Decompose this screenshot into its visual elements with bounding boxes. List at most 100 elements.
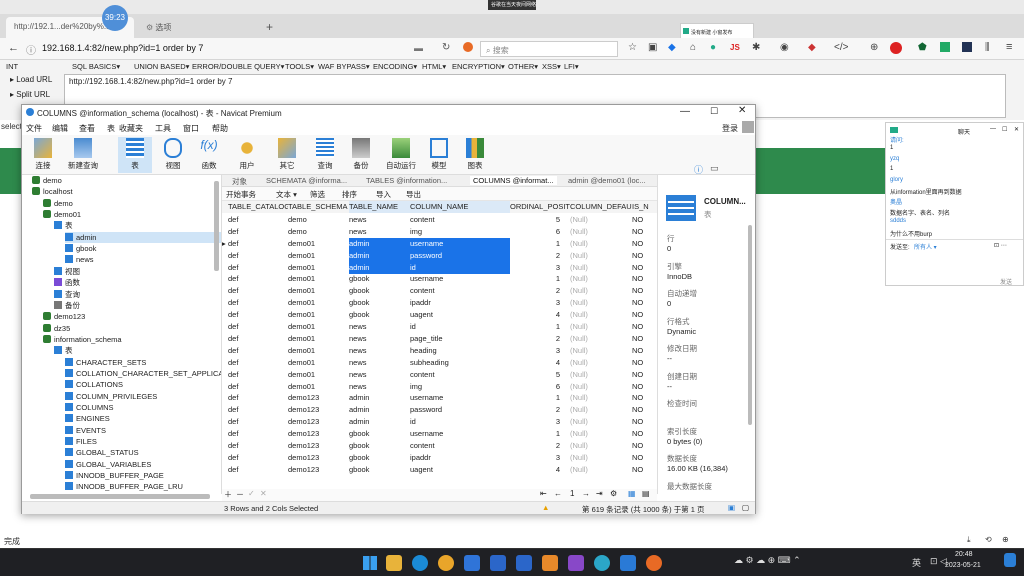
tree-scrollbar[interactable] bbox=[214, 181, 219, 271]
hackbar-menu-other[interactable]: OTHER▾ bbox=[508, 62, 538, 71]
grid-cell[interactable]: NO bbox=[632, 321, 657, 333]
first-page-button[interactable]: ⇤ bbox=[540, 489, 547, 498]
grid-cell[interactable]: NO bbox=[632, 381, 657, 393]
grid-cell[interactable]: gbook bbox=[349, 464, 410, 476]
grid-cell[interactable]: def bbox=[228, 357, 288, 369]
grid-cell[interactable]: def bbox=[228, 297, 288, 309]
grid-cell[interactable]: demo01 bbox=[288, 285, 349, 297]
grid-cell[interactable]: 3 bbox=[510, 262, 560, 274]
layout2-icon[interactable]: ▢ bbox=[742, 503, 749, 512]
grid-cell[interactable]: 1 bbox=[510, 428, 560, 440]
grid-cell[interactable]: gbook bbox=[349, 452, 410, 464]
close-icon[interactable]: ✕ bbox=[738, 105, 746, 116]
tool-new-query[interactable]: 新建查询 bbox=[64, 137, 102, 173]
tree-node[interactable]: COLLATIONS bbox=[65, 379, 123, 390]
grid-cell[interactable]: def bbox=[228, 381, 288, 393]
tree-node[interactable]: demo123 bbox=[43, 311, 85, 322]
ext2-icon[interactable] bbox=[962, 42, 972, 52]
home-icon[interactable]: ⌂ bbox=[690, 42, 696, 53]
tree-node[interactable]: EVENTS bbox=[65, 425, 106, 436]
zoom-icon[interactable]: ⊕ bbox=[870, 42, 878, 53]
grid-cell[interactable]: def bbox=[228, 464, 288, 476]
tool-table[interactable]: 表 bbox=[118, 137, 152, 173]
tree-node[interactable]: demo bbox=[32, 175, 62, 186]
explorer-icon[interactable] bbox=[386, 555, 402, 571]
reload-icon[interactable]: ↻ bbox=[442, 42, 450, 53]
grid-cell[interactable]: NO bbox=[632, 416, 657, 428]
grid-cell[interactable]: demo123 bbox=[288, 452, 349, 464]
grid-cell[interactable]: username bbox=[410, 428, 510, 440]
tool-model[interactable]: 模型 bbox=[422, 137, 456, 173]
grid-cell[interactable]: (Null) bbox=[570, 285, 632, 297]
app2-icon[interactable] bbox=[568, 555, 584, 571]
tree-node[interactable]: 函数 bbox=[54, 277, 80, 288]
tree-hscrollbar[interactable] bbox=[30, 494, 210, 499]
grid-cell[interactable]: uagent bbox=[410, 464, 510, 476]
ddl-icon[interactable]: ▭ bbox=[710, 163, 719, 174]
grid-cell[interactable]: demo01 bbox=[288, 333, 349, 345]
tree-node[interactable]: gbook bbox=[65, 243, 96, 254]
menu-help[interactable]: 帮助 bbox=[212, 123, 228, 134]
grid-cell[interactable]: news bbox=[349, 369, 410, 381]
grid-cell[interactable]: 6 bbox=[510, 226, 560, 238]
grid-cell[interactable]: (Null) bbox=[570, 333, 632, 345]
grid-cell[interactable]: (Null) bbox=[570, 404, 632, 416]
hackbar-menu-sql-basics[interactable]: SQL BASICS▾ bbox=[72, 62, 120, 71]
hackbar-menu-waf[interactable]: WAF BYPASS▾ bbox=[318, 62, 370, 71]
apply-button[interactable]: ✓ bbox=[248, 489, 255, 498]
shield-icon[interactable]: ◆ bbox=[668, 42, 676, 53]
abp-icon[interactable] bbox=[890, 42, 902, 54]
grid-cell[interactable]: img bbox=[410, 226, 510, 238]
grid-cell[interactable]: (Null) bbox=[570, 369, 632, 381]
ext-icon[interactable] bbox=[940, 42, 950, 52]
grid-cell[interactable]: def bbox=[228, 309, 288, 321]
grid-cell[interactable]: content bbox=[410, 214, 510, 226]
tool-query[interactable]: 查询 bbox=[308, 137, 342, 173]
add-record-button[interactable]: ＋ bbox=[224, 489, 232, 500]
menu-tools[interactable]: 工具 bbox=[155, 123, 171, 134]
grid-cell[interactable]: NO bbox=[632, 285, 657, 297]
hackbar-menu-encryption[interactable]: ENCRYPTION▾ bbox=[452, 62, 505, 71]
next-page-button[interactable]: → bbox=[582, 489, 590, 498]
layout-icon[interactable]: ▣ bbox=[728, 503, 735, 512]
grid-cell[interactable]: demo01 bbox=[288, 381, 349, 393]
search-input[interactable]: ⌕ 搜索 bbox=[480, 41, 618, 57]
tool-function[interactable]: f(x) 函数 bbox=[192, 137, 226, 173]
grid-cell[interactable]: content bbox=[410, 440, 510, 452]
grid-cell[interactable]: content bbox=[410, 285, 510, 297]
grid-cell[interactable]: demo123 bbox=[288, 440, 349, 452]
tree-node[interactable]: news bbox=[65, 254, 94, 265]
address-bar[interactable]: 192.168.1.4:82/new.php?id=1 order by 7 bbox=[42, 43, 203, 53]
chat-close-icon[interactable]: ✕ bbox=[1014, 126, 1019, 133]
discard-button[interactable]: ✕ bbox=[260, 489, 267, 498]
split-url-button[interactable]: ▸ Split URL bbox=[10, 90, 50, 99]
maximize-icon[interactable]: ☐ bbox=[710, 106, 718, 117]
grid-cell[interactable]: demo01 bbox=[288, 345, 349, 357]
grid-cell[interactable]: admin bbox=[349, 404, 410, 416]
tab-admin[interactable]: admin @demo01 (loc... bbox=[568, 176, 646, 185]
grid-cell[interactable]: NO bbox=[632, 345, 657, 357]
grid-cell[interactable]: news bbox=[349, 381, 410, 393]
puzzle-icon[interactable]: ✱ bbox=[752, 42, 760, 53]
grid-cell[interactable]: demo bbox=[288, 214, 349, 226]
grid-cell[interactable]: demo01 bbox=[288, 262, 349, 274]
grid-cell[interactable]: (Null) bbox=[570, 381, 632, 393]
grid-cell[interactable]: (Null) bbox=[570, 309, 632, 321]
minimize-icon[interactable]: — bbox=[680, 106, 690, 117]
eye-icon[interactable]: ◉ bbox=[780, 42, 789, 53]
download-icon[interactable]: ⤓ bbox=[967, 535, 971, 545]
tree-node[interactable]: COLUMN_PRIVILEGES bbox=[65, 391, 157, 402]
app3-icon[interactable] bbox=[594, 555, 610, 571]
form-view-icon[interactable]: ▤ bbox=[642, 489, 650, 498]
grid-cell[interactable]: username bbox=[410, 273, 510, 285]
column-header[interactable]: TABLE_CATALOG bbox=[228, 201, 288, 213]
menu-icon[interactable]: ≡ bbox=[1006, 41, 1012, 53]
grid-cell[interactable]: 1 bbox=[510, 238, 560, 250]
notification-icon[interactable] bbox=[1004, 553, 1016, 567]
grid-cell[interactable]: demo01 bbox=[288, 297, 349, 309]
tree-node[interactable]: demo bbox=[43, 198, 73, 209]
tool-connect[interactable]: 连接 bbox=[26, 137, 60, 173]
grid-cell[interactable]: news bbox=[349, 321, 410, 333]
grid-cell[interactable]: (Null) bbox=[570, 273, 632, 285]
grid-cell[interactable]: NO bbox=[632, 452, 657, 464]
